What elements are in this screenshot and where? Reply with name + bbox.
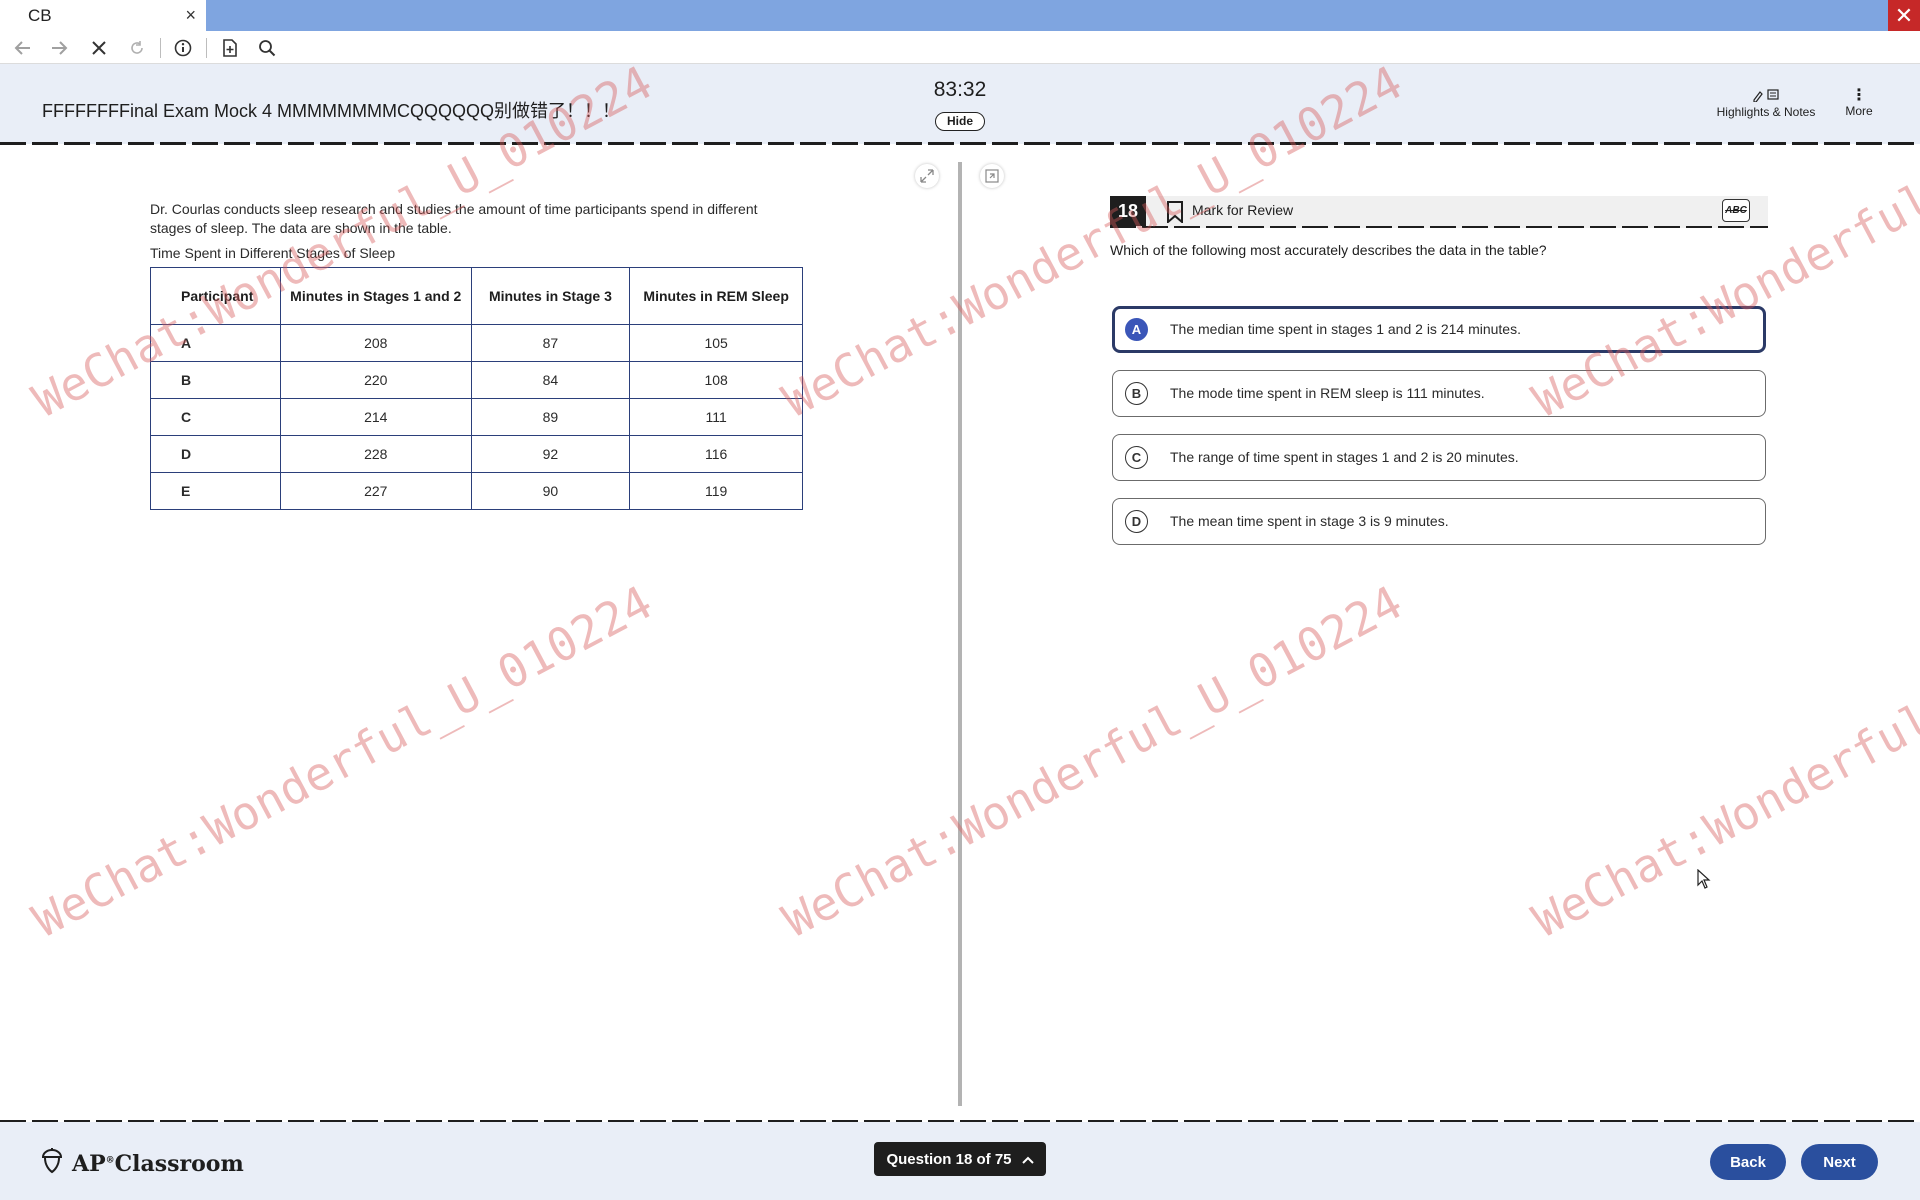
toolbar-divider <box>160 38 161 58</box>
logo-classroom: Classroom <box>114 1151 244 1177</box>
bookmark-icon[interactable] <box>1166 201 1184 228</box>
table-cell: 214 <box>279 398 472 436</box>
table-row: E 227 90 119 <box>150 472 803 510</box>
choice-text: The mean time spent in stage 3 is 9 minu… <box>1170 513 1449 529</box>
more-menu-button[interactable]: ⋮ More <box>1841 87 1877 119</box>
highlights-notes-button[interactable]: Highlights & Notes <box>1706 88 1826 119</box>
choice-text: The median time spent in stages 1 and 2 … <box>1170 321 1521 337</box>
column-header: Minutes in Stages 1 and 2 <box>279 267 472 325</box>
toolbar-divider <box>206 38 207 58</box>
table-cell: D <box>150 435 281 473</box>
passage-text: Dr. Courlas conducts sleep research and … <box>150 201 758 236</box>
back-arrow-icon[interactable] <box>10 35 36 61</box>
column-header: Participant <box>150 267 281 325</box>
answer-choice-d[interactable]: D The mean time spent in stage 3 is 9 mi… <box>1112 498 1766 545</box>
ap-classroom-logo: AP®Classroom <box>40 1148 244 1180</box>
acorn-logo-icon <box>40 1148 64 1180</box>
table-header-row: Participant Minutes in Stages 1 and 2 Mi… <box>150 267 803 325</box>
more-label: More <box>1845 104 1873 118</box>
choice-letter: C <box>1125 446 1148 469</box>
table-cell: 84 <box>470 361 631 399</box>
table-cell: 108 <box>629 361 803 399</box>
table-cell: 111 <box>629 398 803 436</box>
table-cell: E <box>150 472 281 510</box>
more-vertical-icon: ⋮ <box>1851 87 1867 104</box>
choice-text: The range of time spent in stages 1 and … <box>1170 449 1519 465</box>
watermark: WeChat:Wonderful_U_010224 <box>24 574 661 948</box>
answer-choice-b[interactable]: B The mode time spent in REM sleep is 11… <box>1112 370 1766 417</box>
highlights-notes-label: Highlights & Notes <box>1716 105 1816 119</box>
footer-bar: AP®Classroom Question 18 of 75 Back Next <box>0 1122 1920 1200</box>
header-dashed-divider <box>0 142 1920 145</box>
table-cell: 208 <box>279 324 472 362</box>
table-cell: 220 <box>279 361 472 399</box>
tab-title: CB <box>28 5 52 25</box>
question-header-bar: 18 Mark for Review ABC <box>1110 196 1768 228</box>
table-cell: 119 <box>629 472 803 510</box>
column-header: Minutes in REM Sleep <box>629 267 803 325</box>
choice-text: The mode time spent in REM sleep is 111 … <box>1170 385 1485 401</box>
answer-eliminator-button[interactable]: ABC <box>1722 199 1750 222</box>
reload-icon[interactable] <box>124 35 150 61</box>
choice-letter: B <box>1125 382 1148 405</box>
info-icon[interactable] <box>170 35 196 61</box>
question-nav-label: Question 18 of 75 <box>886 1150 1012 1168</box>
table-title: Time Spent in Different Stages of Sleep <box>150 245 396 261</box>
browser-tab[interactable]: CB × <box>0 0 206 31</box>
question-dashed-divider <box>1110 226 1768 228</box>
mark-for-review-label[interactable]: Mark for Review <box>1192 202 1293 218</box>
browser-tab-bar: CB × ✕ <box>0 0 1920 31</box>
tab-close-icon[interactable]: × <box>185 5 196 26</box>
table-cell: C <box>150 398 281 436</box>
mouse-pointer-icon <box>1697 868 1711 894</box>
chevron-up-icon <box>1021 1151 1034 1168</box>
table-cell: 105 <box>629 324 803 362</box>
watermark: WeChat:Wonderful_U_010224 <box>774 574 1411 948</box>
browser-toolbar <box>0 31 1920 64</box>
countdown-timer: 83:32 <box>933 78 987 101</box>
question-navigator-button[interactable]: Question 18 of 75 <box>874 1142 1046 1176</box>
back-button[interactable]: Back <box>1710 1144 1786 1180</box>
table-row: A 208 87 105 <box>150 324 803 362</box>
table-cell: 87 <box>470 324 631 362</box>
hide-timer-button[interactable]: Hide <box>935 112 985 131</box>
question-prompt: Which of the following most accurately d… <box>1110 242 1547 258</box>
sleep-data-table: Participant Minutes in Stages 1 and 2 Mi… <box>150 267 803 510</box>
table-row: B 220 84 108 <box>150 361 803 399</box>
logo-ap: AP <box>72 1151 106 1177</box>
choice-letter: A <box>1125 318 1148 341</box>
table-cell: 92 <box>470 435 631 473</box>
choice-letter: D <box>1125 510 1148 533</box>
collapse-passage-icon[interactable] <box>980 164 1004 188</box>
stop-loading-icon[interactable] <box>86 35 112 61</box>
add-page-icon[interactable] <box>217 35 243 61</box>
next-button[interactable]: Next <box>1801 1144 1878 1180</box>
column-header: Minutes in Stage 3 <box>470 267 631 325</box>
window-close-button[interactable]: ✕ <box>1888 0 1920 31</box>
exam-header: FFFFFFFFinal Exam Mock 4 MMMMMMMMCQQQQQQ… <box>0 64 1920 144</box>
expand-passage-icon[interactable] <box>915 164 939 188</box>
highlighter-notes-icon <box>1706 88 1826 105</box>
table-row: C 214 89 111 <box>150 398 803 436</box>
table-row: D 228 92 116 <box>150 435 803 473</box>
table-cell: 228 <box>279 435 472 473</box>
question-number: 18 <box>1110 196 1146 226</box>
answer-choice-c[interactable]: C The range of time spent in stages 1 an… <box>1112 434 1766 481</box>
table-cell: B <box>150 361 281 399</box>
table-cell: 89 <box>470 398 631 436</box>
search-icon[interactable] <box>254 35 280 61</box>
logo-registered: ® <box>105 1155 115 1166</box>
answer-choice-a[interactable]: A The median time spent in stages 1 and … <box>1112 306 1766 353</box>
table-cell: 116 <box>629 435 803 473</box>
table-cell: 227 <box>279 472 472 510</box>
forward-arrow-icon[interactable] <box>46 35 72 61</box>
watermark: WeChat:Wonderful_U_010224 <box>1524 574 1920 948</box>
table-cell: 90 <box>470 472 631 510</box>
table-cell: A <box>150 324 281 362</box>
pane-divider[interactable] <box>958 162 962 1106</box>
